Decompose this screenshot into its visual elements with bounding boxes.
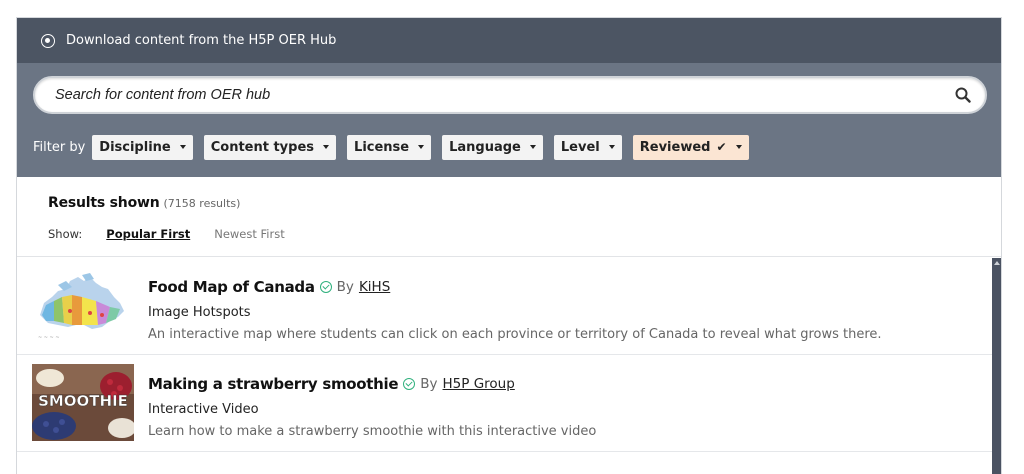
smoothie-image-icon[interactable]: SMOOTHIE — [32, 364, 134, 441]
item-description: Learn how to make a strawberry smoothie … — [148, 424, 597, 439]
sort-popular-first[interactable]: Popular First — [106, 227, 190, 241]
caret-down-icon — [529, 145, 536, 149]
filter-level-label: Level — [560, 139, 600, 155]
filter-language-button[interactable]: Language — [442, 134, 543, 160]
item-title[interactable]: Making a strawberry smoothie — [148, 375, 399, 393]
search-icon[interactable] — [953, 85, 973, 105]
sort-newest-first[interactable]: Newest First — [214, 227, 285, 241]
checkmark-icon: ✔ — [716, 140, 727, 154]
caret-down-icon — [735, 145, 742, 149]
search-area: Search for content from OER hub Filter b… — [17, 63, 1001, 177]
author-link[interactable]: H5P Group — [443, 376, 515, 392]
verified-icon — [319, 281, 332, 293]
results-title: Results shown (7158 results) — [48, 195, 240, 211]
filter-language-label: Language — [449, 139, 521, 155]
filter-license-button[interactable]: License — [347, 134, 432, 160]
results-title-text: Results shown — [48, 195, 160, 211]
caret-down-icon — [608, 145, 615, 149]
caret-down-icon — [323, 145, 330, 149]
item-title[interactable]: Food Map of Canada — [148, 278, 315, 296]
thumbnail-text: SMOOTHIE — [38, 392, 128, 410]
filter-license-label: License — [354, 139, 410, 155]
oer-hub-panel: Download content from the H5P OER Hub Se… — [16, 17, 1002, 474]
svg-text:~ ~ ~ ~: ~ ~ ~ ~ — [38, 335, 60, 341]
item-content-type: Interactive Video — [148, 402, 259, 417]
list-item[interactable]: ~ ~ ~ ~ Food Map of Canada By KiHS Image… — [17, 258, 992, 355]
author-link[interactable]: KiHS — [359, 279, 390, 295]
canada-map-icon[interactable]: ~ ~ ~ ~ — [32, 267, 134, 344]
filter-row: Filter by Discipline Content types Licen… — [17, 134, 760, 160]
item-title-row: Making a strawberry smoothie By H5P Grou… — [148, 375, 515, 393]
filter-discipline-button[interactable]: Discipline — [92, 134, 193, 160]
filter-content-types-label: Content types — [210, 139, 315, 155]
results-count: (7158 results) — [163, 197, 241, 210]
filter-content-types-button[interactable]: Content types — [203, 134, 337, 160]
radio-selected-icon[interactable] — [41, 33, 55, 48]
item-content-type: Image Hotspots — [148, 305, 251, 320]
scroll-up-icon[interactable] — [994, 261, 1000, 265]
caret-down-icon — [418, 145, 425, 149]
item-description: An interactive map where students can cl… — [148, 327, 882, 342]
verified-icon — [403, 378, 416, 390]
by-label: By — [420, 376, 438, 392]
filter-label: Filter by — [33, 139, 86, 155]
filter-discipline-label: Discipline — [99, 139, 171, 155]
sort-row: Show: Popular First Newest First — [48, 227, 309, 241]
search-input[interactable]: Search for content from OER hub — [33, 76, 987, 114]
results-list: ~ ~ ~ ~ Food Map of Canada By KiHS Image… — [17, 258, 992, 474]
hub-header-title: Download content from the H5P OER Hub — [66, 33, 337, 48]
hub-header[interactable]: Download content from the H5P OER Hub — [17, 18, 1001, 63]
by-label: By — [336, 279, 354, 295]
search-placeholder[interactable]: Search for content from OER hub — [55, 87, 953, 103]
caret-down-icon — [179, 145, 186, 149]
show-label: Show: — [48, 227, 83, 241]
filter-reviewed-label: Reviewed — [639, 139, 711, 155]
filter-level-button[interactable]: Level — [553, 134, 622, 160]
item-title-row: Food Map of Canada By KiHS — [148, 278, 390, 296]
scrollbar[interactable] — [992, 258, 1001, 474]
list-item[interactable]: SMOOTHIE Making a strawberry smoothie By… — [17, 355, 992, 452]
results-header: Results shown (7158 results) Show: Popula… — [17, 177, 1001, 257]
filter-reviewed-button[interactable]: Reviewed ✔ — [632, 134, 749, 160]
